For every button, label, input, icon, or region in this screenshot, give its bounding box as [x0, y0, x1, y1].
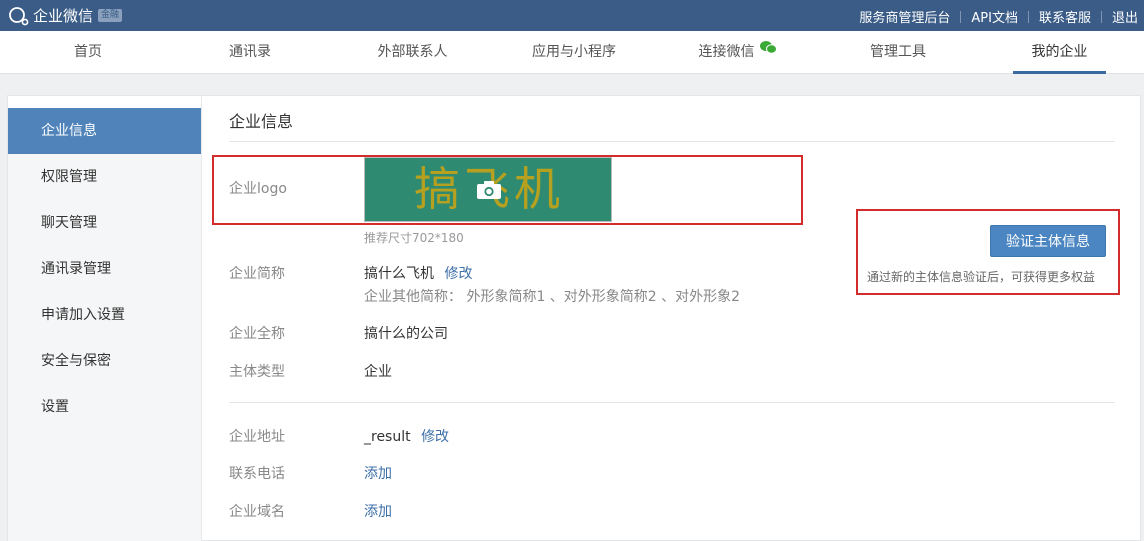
sidebar-item-chat-management[interactable]: 聊天管理 [8, 200, 201, 246]
top-links: 服务商管理后台 API文档 联系客服 退出 [849, 7, 1144, 26]
page-title: 企业信息 [229, 112, 294, 131]
wework-logo-icon [8, 6, 30, 26]
top-bar: 企业微信 金融 服务商管理后台 API文档 联系客服 退出 [0, 0, 1144, 31]
title-divider [229, 141, 1115, 142]
api-docs-link[interactable]: API文档 [961, 7, 1028, 26]
nav-my-enterprise[interactable]: 我的企业 [1013, 31, 1106, 74]
nav-connect-wechat-label: 连接微信 [698, 44, 755, 60]
full-name-label: 企业全称 [229, 326, 285, 342]
add-phone-link[interactable]: 添加 [364, 463, 392, 483]
wechat-icon [759, 29, 777, 71]
main-nav: 首页 通讯录 外部联系人 应用与小程序 连接微信 管理工具 我的企业 [0, 31, 1144, 74]
sidebar-item-security[interactable]: 安全与保密 [8, 338, 201, 384]
edit-address-link[interactable]: 修改 [421, 429, 449, 445]
verify-entity-button[interactable]: 验证主体信息 [990, 225, 1106, 257]
short-name-value: 搞什么飞机 [364, 266, 434, 282]
highlight-box-short-name [212, 155, 803, 225]
address-label: 企业地址 [229, 429, 285, 445]
address-row: _result 修改 [364, 426, 449, 446]
domain-label: 企业域名 [229, 504, 285, 520]
brand-name: 企业微信 [33, 7, 94, 25]
contact-support-link[interactable]: 联系客服 [1029, 7, 1101, 26]
phone-label: 联系电话 [229, 466, 285, 482]
nav-apps[interactable]: 应用与小程序 [524, 31, 624, 74]
edit-short-name-link[interactable]: 修改 [444, 266, 472, 282]
full-name-value: 搞什么的公司 [364, 326, 448, 342]
brand-badge: 金融 [98, 9, 123, 22]
entity-type-value: 企业 [364, 364, 392, 380]
nav-connect-wechat[interactable]: 连接微信 [690, 31, 785, 74]
sidebar-item-settings[interactable]: 设置 [8, 384, 201, 430]
nav-management-tools[interactable]: 管理工具 [862, 31, 934, 74]
logout-link[interactable]: 退出 [1102, 7, 1144, 26]
short-name-row: 搞什么飞机 修改 [364, 263, 472, 283]
nav-contacts[interactable]: 通讯录 [220, 31, 280, 74]
brand[interactable]: 企业微信 金融 [8, 5, 123, 26]
sidebar-item-enterprise-info[interactable]: 企业信息 [8, 108, 201, 154]
address-value: _result [364, 429, 411, 445]
verify-tip: 通过新的主体信息验证后，可获得更多权益 [867, 270, 1096, 284]
short-name-label: 企业简称 [229, 266, 285, 282]
sidebar: 企业信息 权限管理 聊天管理 通讯录管理 申请加入设置 安全与保密 设置 [8, 108, 201, 541]
other-short-names: 企业其他简称： 外形象简称1 、对外形象简称2 、对外形象2 [364, 289, 741, 305]
nav-external-contacts[interactable]: 外部联系人 [370, 31, 455, 74]
add-domain-link[interactable]: 添加 [364, 501, 392, 521]
service-provider-link[interactable]: 服务商管理后台 [849, 7, 960, 26]
sidebar-item-contacts-management[interactable]: 通讯录管理 [8, 246, 201, 292]
entity-type-label: 主体类型 [229, 364, 285, 380]
sidebar-item-permissions[interactable]: 权限管理 [8, 154, 201, 200]
sidebar-item-join-settings[interactable]: 申请加入设置 [8, 292, 201, 338]
logo-size-hint: 推荐尺寸702*180 [364, 231, 464, 245]
nav-home[interactable]: 首页 [62, 31, 114, 74]
section-divider [229, 402, 1115, 403]
